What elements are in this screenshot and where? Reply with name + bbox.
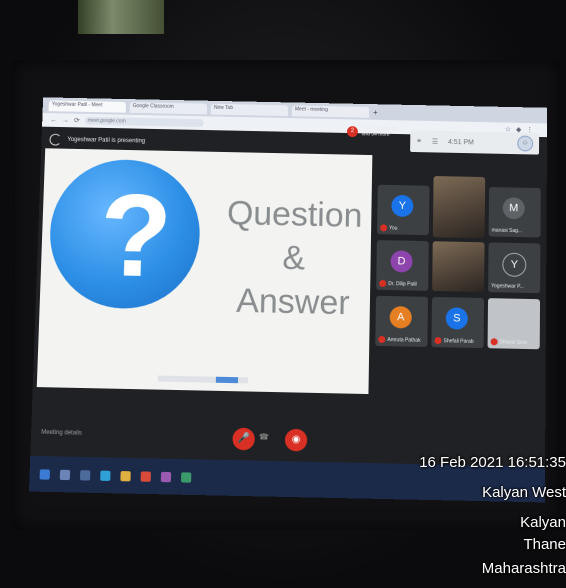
browser-tab[interactable]: Yogeshwar Patil - Meet	[48, 99, 127, 113]
chrome-icon[interactable]	[140, 470, 151, 482]
mic-off-icon	[379, 279, 387, 288]
datetime-stamp: 16 Feb 2021 16:51:35	[419, 454, 566, 471]
monitor-screen: Yogeshwar Patil - Meet Google Classroom …	[28, 97, 548, 503]
participant-video-tile[interactable]	[432, 241, 485, 293]
slide-title: Question & Answer	[217, 191, 369, 325]
participant-video-tile[interactable]	[432, 176, 486, 239]
chat-icon[interactable]: ☰	[432, 138, 438, 146]
participant-tile[interactable]: Y You	[377, 184, 430, 236]
participant-grid: Y You M manasi Sag... D Dr. Dilip Patil …	[374, 176, 542, 408]
avatar: S	[445, 307, 468, 330]
app-icon[interactable]	[180, 471, 192, 483]
clock-panel: ⚭ ☰ 4:51 PM ☺	[410, 130, 540, 155]
search-icon[interactable]	[59, 469, 71, 480]
slide-line: Answer	[235, 281, 350, 323]
participant-tile[interactable]: M manasi Sag...	[488, 187, 541, 238]
mic-off-icon	[490, 338, 498, 346]
browser-tab[interactable]: Google Classroom	[129, 101, 208, 114]
participants-chip[interactable]: 2 You, Supriya Jos... and 34 more	[346, 125, 404, 138]
browser-tab[interactable]: New Tab	[210, 103, 289, 116]
participant-name: manasi Sag...	[491, 227, 523, 235]
avatar: A	[389, 306, 412, 329]
participant-name: Amruta Pathak	[387, 337, 421, 344]
question-mark-graphic: ?	[47, 158, 202, 311]
participant-tile[interactable]: D Dr. Dilip Patil	[376, 240, 429, 291]
browser-tab[interactable]: Meet - meeting	[291, 104, 370, 118]
avatar: D	[390, 250, 413, 273]
hang-up-icon[interactable]: ☎	[259, 432, 269, 441]
location-city: Kalyan	[520, 514, 566, 531]
reload-icon[interactable]: ⟳	[74, 117, 80, 125]
mic-off-icon	[434, 337, 442, 345]
avatar: Y	[502, 252, 527, 277]
meet-area: Yogeshwar Patil is presenting 2 You, Sup…	[28, 125, 548, 503]
taskview-icon[interactable]	[79, 469, 91, 481]
mic-toggle-button[interactable]: 🎤	[232, 427, 256, 451]
avatar: Y	[391, 194, 414, 218]
user-avatar[interactable]: ☺	[517, 135, 534, 152]
participant-name: You	[389, 225, 398, 232]
new-tab-button[interactable]: +	[373, 108, 378, 117]
location-district: Thane	[523, 536, 566, 553]
back-icon[interactable]: ←	[50, 117, 57, 124]
forward-icon[interactable]: →	[62, 117, 69, 124]
mic-off-icon	[380, 224, 388, 232]
participants-count-badge: 2	[346, 125, 358, 137]
camera-toggle-button[interactable]: ◉	[284, 428, 308, 452]
location-area: Kalyan West	[482, 484, 566, 501]
participant-tile[interactable]: S Shefali Parab	[431, 296, 485, 349]
participant-name: Dr. Dilip Patil	[388, 281, 417, 288]
participant-name: Dhaval Soni	[499, 339, 527, 347]
slide-pager[interactable]	[215, 376, 239, 384]
window-light	[78, 0, 164, 34]
people-icon[interactable]: ⚭	[416, 137, 422, 145]
start-icon[interactable]	[39, 468, 51, 480]
edge-icon[interactable]	[100, 470, 111, 481]
participants-text: You, Supriya Jos... and 34 more	[361, 125, 404, 138]
mic-off-icon	[378, 335, 386, 344]
slide-line: &	[282, 239, 306, 278]
presenting-icon	[49, 133, 62, 146]
participant-name: Shefali Parab	[443, 338, 474, 345]
question-mark-icon: ?	[97, 170, 174, 303]
participant-tile[interactable]: Dhaval Soni	[487, 298, 541, 350]
participant-tile[interactable]: Y Yogeshwar P...	[488, 242, 541, 294]
slide-line: Question	[226, 194, 363, 235]
url-input[interactable]: meet.google.com	[84, 116, 204, 128]
participant-name: Yogeshwar P...	[491, 283, 524, 290]
app-icon[interactable]	[160, 471, 172, 482]
avatar: M	[502, 197, 525, 220]
presenting-text: Yogeshwar Patil is presenting	[67, 136, 146, 145]
location-state: Maharashtra	[481, 560, 566, 577]
participant-tile[interactable]: A Amruta Pathak	[375, 295, 429, 347]
presented-slide: ? Question & Answer	[36, 148, 373, 395]
explorer-icon[interactable]	[120, 470, 131, 481]
meeting-details-link[interactable]: Meeting details	[41, 430, 82, 437]
clock-text: 4:51 PM	[448, 138, 474, 146]
